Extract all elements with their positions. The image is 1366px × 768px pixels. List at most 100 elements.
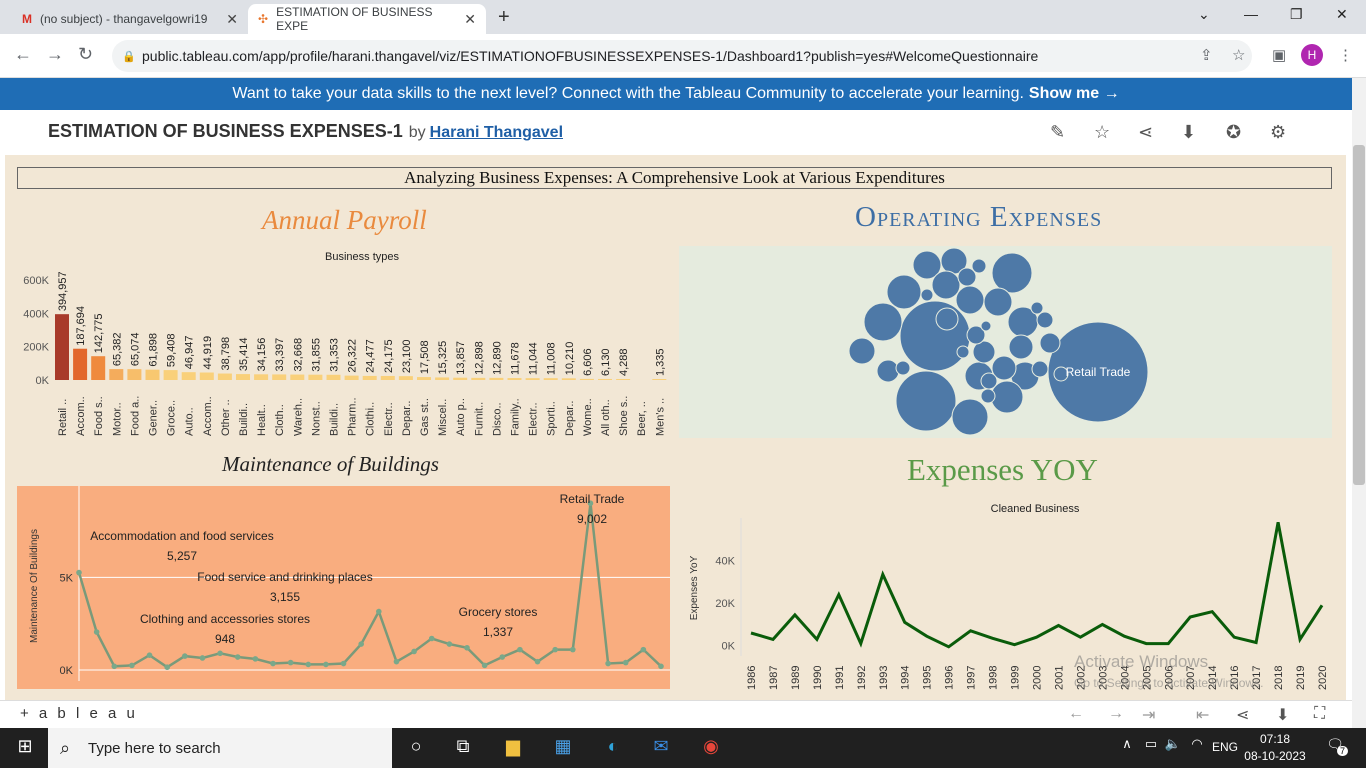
url-field[interactable]: 🔒 public.tableau.com/app/profile/harani.… <box>112 40 1252 72</box>
maximize-button[interactable]: ❐ <box>1290 6 1303 23</box>
annotation-label: Accommodation and food services <box>90 529 273 543</box>
volume-icon[interactable]: 🔈 <box>1160 736 1186 760</box>
bar-value-label: 1,335 <box>654 348 666 376</box>
tab-search-icon[interactable]: ⌄ <box>1198 6 1210 23</box>
payroll-bar <box>417 377 431 380</box>
tab-gmail[interactable]: M (no subject) - thangavelgowri19 ✕ <box>12 4 248 34</box>
lock-icon: 🔒 <box>122 50 136 63</box>
bubble <box>971 258 987 274</box>
reset-icon[interactable]: ⇤ <box>1196 705 1209 725</box>
share-icon[interactable]: ⇪ <box>1200 46 1213 64</box>
maintenance-point <box>446 641 453 647</box>
payroll-title: Annual Payroll <box>262 205 427 235</box>
yoy-line-chart: Cleaned Business 0K 20K 40K Expenses YoY 1986… <box>689 503 1329 690</box>
store-icon[interactable]: ▦ <box>550 736 576 760</box>
category-tick-label: Auto.. <box>184 407 196 436</box>
close-icon[interactable]: ✕ <box>464 11 476 28</box>
bar-value-label: 31,855 <box>310 338 322 372</box>
x-tick-label: 2018 <box>1273 666 1285 690</box>
favorite-star-icon[interactable]: ☆ <box>1094 122 1110 143</box>
bar-value-label: 32,668 <box>292 338 304 372</box>
bubble <box>1008 334 1034 360</box>
category-tick-label: Nonst.. <box>310 401 322 436</box>
edge-icon[interactable]: ◐ <box>600 736 626 760</box>
maintenance-point <box>199 655 206 661</box>
category-tick-label: Men's .. <box>654 398 666 436</box>
revert-icon[interactable]: ⇥ <box>1142 705 1155 725</box>
maintenance-point <box>411 648 417 655</box>
bar-value-label: 187,694 <box>75 306 87 346</box>
author-link[interactable]: Harani Thangavel <box>430 124 563 141</box>
bar-value-label: 142,775 <box>93 313 105 353</box>
language-indicator[interactable]: ENG <box>1212 740 1238 754</box>
bubble <box>1030 301 1044 315</box>
new-tab-button[interactable]: + <box>498 6 510 29</box>
maintenance-point <box>340 660 347 667</box>
bubble <box>899 300 971 372</box>
menu-kebab-icon[interactable]: ⋮ <box>1338 46 1353 64</box>
payroll-bar <box>236 374 250 380</box>
side-panel-icon[interactable]: ▣ <box>1272 46 1286 64</box>
bar-value-label: 46,947 <box>184 336 196 370</box>
category-tick-label: Wome.. <box>582 398 594 436</box>
bar-value-label: 17,508 <box>419 340 431 374</box>
payroll-bar <box>91 356 106 380</box>
category-tick-label: Electr.. <box>528 402 540 436</box>
fullscreen-icon[interactable]: ⛶ <box>1314 705 1325 723</box>
share-icon[interactable]: ⋖ <box>1138 122 1153 143</box>
payroll-bar <box>272 374 287 380</box>
maintenance-point <box>552 646 558 653</box>
annotation-label: Retail Trade <box>560 492 625 506</box>
wifi-icon[interactable]: ◠ <box>1184 736 1210 760</box>
category-tick-label: Food a.. <box>129 396 141 436</box>
x-tick-label: 1995 <box>922 666 934 690</box>
back-icon[interactable]: ← <box>14 44 32 65</box>
redo-icon[interactable]: → <box>1108 705 1124 723</box>
tray-chevron-icon[interactable]: ∧ <box>1114 736 1140 760</box>
forward-icon[interactable]: → <box>46 44 64 65</box>
category-tick-label: Retail .. <box>57 399 69 436</box>
payroll-bar <box>199 372 214 380</box>
close-window-button[interactable]: ✕ <box>1336 6 1348 23</box>
bubble <box>980 320 992 332</box>
payroll-bar <box>561 378 576 380</box>
profile-avatar[interactable]: H <box>1301 44 1323 66</box>
taskbar-clock[interactable]: 07:18 08-10-2023 <box>1240 731 1310 765</box>
share-icon[interactable]: ⋖ <box>1236 705 1249 725</box>
maintenance-point <box>481 662 488 669</box>
payroll-bar <box>543 378 558 380</box>
download-icon[interactable]: ⬇ <box>1276 705 1289 725</box>
bubble <box>980 372 998 390</box>
file-explorer-icon[interactable]: ▆ <box>500 736 526 760</box>
badge-icon[interactable]: ✪ <box>1226 122 1241 143</box>
annotation-value: 1,337 <box>483 625 513 639</box>
scrollbar-thumb[interactable] <box>1353 145 1365 485</box>
annotation-label: Clothing and accessories stores <box>140 612 310 626</box>
bar-value-label: 4,288 <box>618 348 630 376</box>
close-icon[interactable]: ✕ <box>226 11 238 28</box>
x-tick-label: 2001 <box>1053 666 1065 690</box>
bar-value-label: 11,044 <box>528 342 540 375</box>
bar-value-label: 23,100 <box>401 339 413 373</box>
show-me-link[interactable]: Show me → <box>1029 85 1120 103</box>
category-tick-label: Buildi.. <box>238 403 250 436</box>
bookmark-star-icon[interactable]: ☆ <box>1232 46 1245 64</box>
bubble <box>955 285 985 315</box>
task-view-icon[interactable]: ⧉ <box>450 736 476 760</box>
settings-gear-icon[interactable]: ⚙ <box>1270 122 1286 143</box>
reload-icon[interactable]: ↻ <box>78 44 93 65</box>
payroll-bar <box>217 373 232 380</box>
edit-icon[interactable]: ✎ <box>1050 122 1065 143</box>
tab-tableau[interactable]: ✣ ESTIMATION OF BUSINESS EXPE ✕ <box>248 4 486 34</box>
bar-value-label: 26,322 <box>347 339 359 373</box>
bar-value-label: 6,130 <box>600 348 612 376</box>
mail-icon[interactable]: ✉ <box>648 736 674 760</box>
payroll-bar <box>181 372 196 380</box>
download-icon[interactable]: ⬇ <box>1181 122 1196 143</box>
windows-start-icon[interactable]: ⊞ <box>12 736 38 760</box>
minimize-button[interactable]: — <box>1244 6 1258 22</box>
taskbar-search[interactable]: ⌕ Type here to search <box>48 728 392 768</box>
chrome-icon[interactable]: ◉ <box>698 736 724 760</box>
cortana-icon[interactable]: ○ <box>403 736 429 760</box>
undo-icon[interactable]: ← <box>1068 705 1084 723</box>
